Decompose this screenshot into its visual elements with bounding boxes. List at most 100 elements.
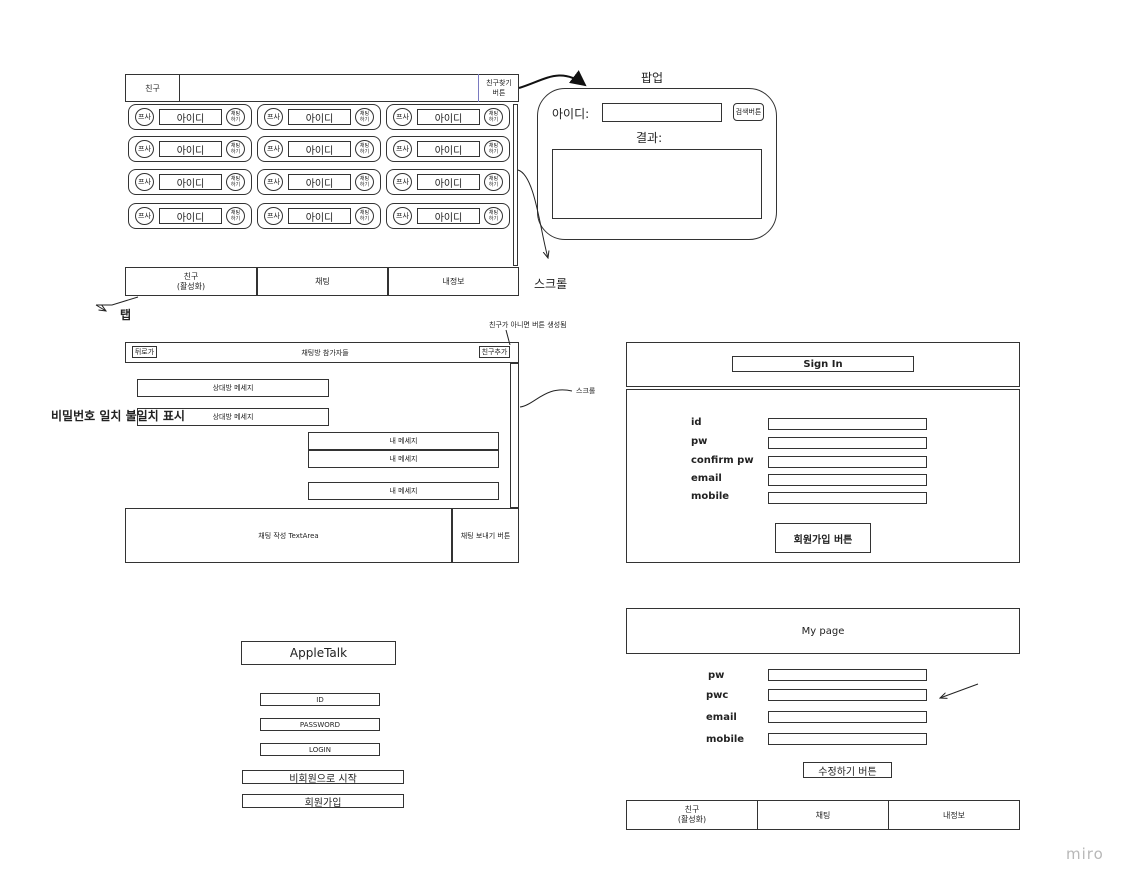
login-app-name: AppleTalk [241,641,396,665]
profile-picture: 프사 [264,108,283,126]
chat-textarea[interactable]: 채팅 작성 TextArea [125,508,452,563]
tab-arrow [96,296,139,306]
popup-search-button[interactable]: 검색버튼 [733,103,764,121]
profile-picture: 프사 [264,207,283,225]
friends-title: 친구 [125,74,180,102]
popup-id-input[interactable] [602,103,722,122]
scroll-annotation: 스크롤 [534,277,568,291]
message-other: 상대방 메세지 [137,379,329,397]
start-chat-button[interactable]: 채팅 하기 [484,108,503,126]
start-chat-button[interactable]: 채팅 하기 [226,207,245,225]
signin-field-label: email [691,473,722,484]
start-chat-button[interactable]: 채팅 하기 [484,207,503,225]
profile-picture: 프사 [393,140,412,158]
tab-friends[interactable]: 친구 (활성화) [125,267,257,296]
mypage-field-label: pwc [706,690,729,701]
popup-result-label: 결과: [636,131,663,145]
login-id-input[interactable]: ID [260,693,380,706]
mypage-submit-button[interactable]: 수정하기 버튼 [803,762,892,778]
message-mine: 내 메세지 [308,482,499,500]
signin-field-label: confirm pw [691,455,754,466]
profile-picture: 프사 [135,207,154,225]
friend-id: 아이디 [417,109,480,125]
popup-arrow [518,70,587,89]
miro-watermark: miro [1066,845,1104,863]
signin-field-input[interactable] [768,492,927,504]
friend-id: 아이디 [159,174,222,190]
profile-picture: 프사 [393,207,412,225]
mypage-tab-my-info[interactable]: 내정보 [888,800,1020,830]
friend-id: 아이디 [288,208,351,224]
friend-id: 아이디 [159,208,222,224]
signup-button[interactable]: 회원가입 [242,794,404,809]
friend-id: 아이디 [417,174,480,190]
start-chat-button[interactable]: 채팅 하기 [355,173,374,191]
scroll-small-annotation: 스크롤 [576,387,596,395]
password-mismatch-annotation: 비밀번호 일치 불일치 표시 [51,409,185,423]
login-button[interactable]: LOGIN [260,743,380,756]
signin-field-input[interactable] [768,474,927,486]
popup-annotation: 팝업 [641,71,664,85]
friend-id: 아이디 [417,141,480,157]
mypage-field-label: pw [708,670,725,681]
popup-id-label: 아이디: [552,107,590,121]
mypage-field-input[interactable] [768,669,927,681]
start-chat-button[interactable]: 채팅 하기 [355,140,374,158]
pwc-arrow [940,683,979,698]
mypage-field-input[interactable] [768,733,927,745]
signin-field-label: pw [691,436,708,447]
mypage-field-label: mobile [706,734,745,745]
signin-field-input[interactable] [768,456,927,468]
profile-picture: 프사 [135,108,154,126]
friend-id: 아이디 [288,109,351,125]
mypage-field-input[interactable] [768,711,927,723]
signup-submit-button[interactable]: 회원가입 버튼 [775,523,871,553]
chat-scrollbar[interactable] [510,363,519,508]
start-chat-button[interactable]: 채팅 하기 [484,173,503,191]
friend-id: 아이디 [417,208,480,224]
add-friend-button[interactable]: 친구추가 [479,346,510,358]
find-friend-button[interactable]: 친구찾기 버튼 [478,74,519,102]
profile-picture: 프사 [264,173,283,191]
login-password-input[interactable]: PASSWORD [260,718,380,731]
mypage-title: My page [626,608,1020,654]
start-chat-button[interactable]: 채팅 하기 [355,207,374,225]
signin-field-label: id [691,417,702,428]
profile-picture: 프사 [135,140,154,158]
chat-send-button[interactable]: 채팅 보내기 버튼 [452,508,519,563]
tab-chat[interactable]: 채팅 [257,267,388,296]
friend-id: 아이디 [288,174,351,190]
not-friend-annotation: 친구가 아니면 버튼 생성됨 [489,321,567,329]
signin-title: Sign In [732,356,914,372]
start-chat-button[interactable]: 채팅 하기 [226,173,245,191]
chat-back-button[interactable]: 뒤로가 [132,346,157,358]
tab-arrow-head [95,305,106,311]
guest-start-button[interactable]: 비회원으로 시작 [242,770,404,785]
friend-id: 아이디 [159,141,222,157]
mypage-field-label: email [706,712,737,723]
friend-id: 아이디 [288,141,351,157]
start-chat-button[interactable]: 채팅 하기 [355,108,374,126]
message-mine: 내 메세지 [308,450,499,468]
profile-picture: 프사 [264,140,283,158]
scroll-small-arrow [519,389,573,408]
mypage-tab-friends[interactable]: 친구 (활성화) [626,800,758,830]
profile-picture: 프사 [393,108,412,126]
friends-scrollbar[interactable] [513,104,518,266]
chat-participants: 채팅방 참가자들 [301,348,349,357]
start-chat-button[interactable]: 채팅 하기 [226,140,245,158]
tab-my-info[interactable]: 내정보 [388,267,519,296]
friends-header [125,74,519,102]
signin-field-label: mobile [691,491,730,502]
profile-picture: 프사 [135,173,154,191]
start-chat-button[interactable]: 채팅 하기 [484,140,503,158]
friend-id: 아이디 [159,109,222,125]
profile-picture: 프사 [393,173,412,191]
tab-annotation: 탭 [120,308,132,322]
popup-result-box [552,149,762,219]
mypage-field-input[interactable] [768,689,927,701]
signin-field-input[interactable] [768,437,927,449]
start-chat-button[interactable]: 채팅 하기 [226,108,245,126]
signin-field-input[interactable] [768,418,927,430]
mypage-tab-chat[interactable]: 채팅 [757,800,889,830]
